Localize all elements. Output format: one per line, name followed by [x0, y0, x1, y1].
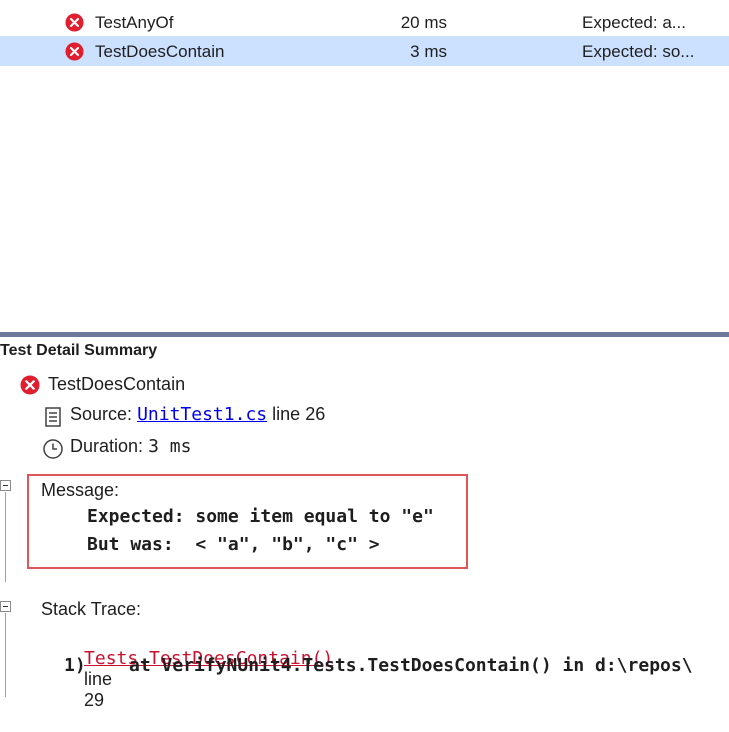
failed-icon	[20, 375, 40, 395]
duration-label: Duration	[70, 436, 139, 456]
test-duration: 20 ms	[400, 13, 447, 32]
duration-colon: :	[138, 436, 144, 456]
stack-trace-frame: 1) at VerifyNUnit4.Tests.TestDoesContain…	[64, 655, 693, 676]
test-error-message: Expected: a...	[582, 13, 686, 32]
detail-test-name-text: TestDoesContain	[48, 374, 186, 394]
test-name: TestAnyOf	[95, 13, 174, 32]
stack-trace-label: Stack Trace	[41, 599, 137, 619]
stack-trace-collapse-toggle[interactable]	[0, 601, 11, 612]
test-error-message: Expected: so...	[582, 42, 695, 61]
message-collapse-toggle[interactable]	[0, 480, 11, 491]
source-line-number: 26	[305, 404, 326, 424]
message-line-actual: But was: < "a", "b", "c" >	[87, 534, 380, 555]
message-line-expected: Expected: some item equal to "e"	[87, 506, 434, 527]
test-name: TestDoesContain	[95, 42, 225, 61]
source-file-link[interactable]: UnitTest1.cs	[137, 404, 267, 425]
source-line-word: line	[272, 404, 301, 424]
test-row-anyof[interactable]: TestAnyOf 20 ms Expected: a...	[0, 7, 729, 37]
test-results-list: TestAnyOf 20 ms Expected: a... TestDoesC…	[0, 0, 729, 332]
clock-icon	[43, 439, 63, 459]
stack-trace-colon: :	[136, 599, 142, 619]
source-colon: :	[127, 404, 133, 424]
failed-icon	[65, 42, 84, 61]
failed-icon	[65, 13, 84, 32]
source-label: Source	[70, 404, 128, 424]
stack-trace-method-row: Tests.TestDoesContain() line 29	[64, 627, 333, 732]
stack-trace-tree-line	[5, 613, 6, 697]
stack-line-number: 29	[84, 690, 105, 710]
test-row-doescontain[interactable]: TestDoesContain 3 ms Expected: so...	[0, 36, 729, 66]
message-tree-line	[5, 492, 6, 582]
test-duration: 3 ms	[410, 42, 447, 61]
duration-value: 3 ms	[148, 436, 192, 457]
document-icon	[45, 407, 61, 427]
stack-trace-header: Stack Trace:	[41, 599, 141, 620]
test-detail-panel: Test Detail Summary TestDoesContain Sour…	[0, 337, 729, 710]
detail-title: Test Detail Summary	[0, 342, 158, 359]
